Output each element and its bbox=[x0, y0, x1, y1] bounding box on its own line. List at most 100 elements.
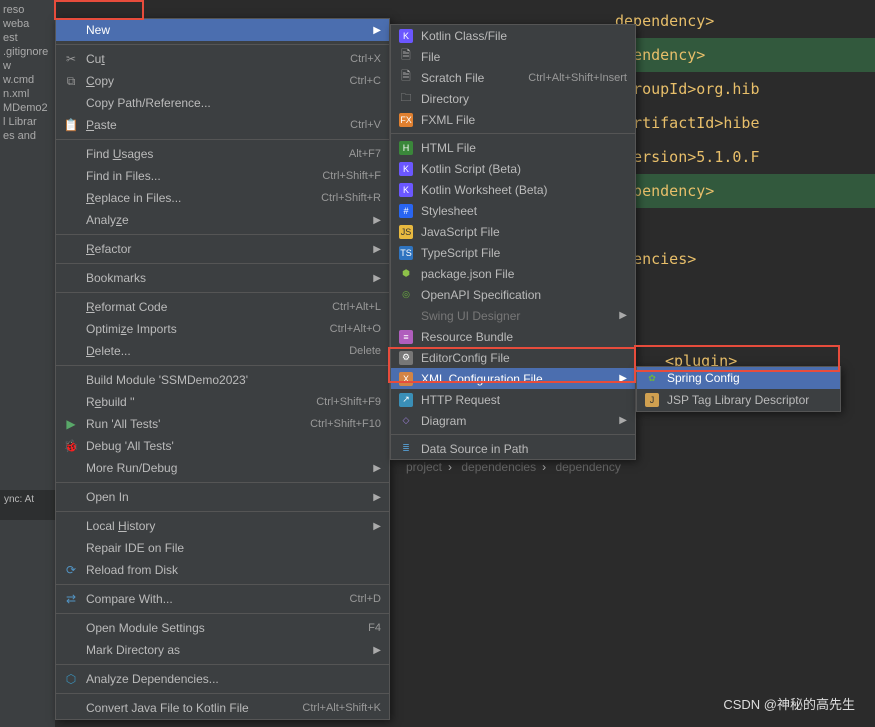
menu-item-cut[interactable]: ✂CutCtrl+X bbox=[56, 48, 389, 70]
menu-item-debug-all-tests[interactable]: 🐞Debug 'All Tests' bbox=[56, 435, 389, 457]
menu-item-compare-with[interactable]: ⇄Compare With...Ctrl+D bbox=[56, 588, 389, 610]
shortcut: Ctrl+Shift+F9 bbox=[316, 396, 381, 408]
menu-item-package-json-file[interactable]: ⬢package.json File bbox=[391, 263, 635, 284]
menu-item-label: HTML File bbox=[415, 141, 627, 155]
file-icon: 🗎 bbox=[397, 50, 415, 64]
tree-item[interactable]: w.cmd bbox=[3, 74, 52, 86]
menu-item-stylesheet[interactable]: #Stylesheet bbox=[391, 200, 635, 221]
tree-item[interactable]: MDemo2 bbox=[3, 102, 52, 114]
menu-item-reload-from-disk[interactable]: ⟳Reload from Disk bbox=[56, 559, 389, 581]
menu-item-analyze-dependencies[interactable]: ⬡Analyze Dependencies... bbox=[56, 668, 389, 690]
menu-item-mark-directory-as[interactable]: Mark Directory as▶ bbox=[56, 639, 389, 661]
tree-item[interactable]: .gitignore bbox=[3, 46, 52, 58]
menu-item-rebuild-default[interactable]: Rebuild ''Ctrl+Shift+F9 bbox=[56, 391, 389, 413]
menu-item-swing-ui-designer: Swing UI Designer▶ bbox=[391, 305, 635, 326]
menu-item-bookmarks[interactable]: Bookmarks▶ bbox=[56, 267, 389, 289]
tree-item[interactable]: weba bbox=[3, 18, 52, 30]
menu-item-label: Diagram bbox=[415, 414, 611, 428]
tree-item[interactable]: n.xml bbox=[3, 88, 52, 100]
menu-item-fxml-file[interactable]: FXFXML File bbox=[391, 109, 635, 130]
menu-item-find-in-files[interactable]: Find in Files...Ctrl+Shift+F bbox=[56, 165, 389, 187]
menu-item-label: package.json File bbox=[415, 267, 627, 281]
menu-item-label: Resource Bundle bbox=[415, 330, 627, 344]
menu-item-javascript-file[interactable]: JSJavaScript File bbox=[391, 221, 635, 242]
menu-item-label: Debug 'All Tests' bbox=[80, 439, 381, 453]
tree-item[interactable]: est bbox=[3, 32, 52, 44]
shortcut: Ctrl+V bbox=[350, 119, 381, 131]
analyze-dependencies--icon: ⬡ bbox=[62, 672, 80, 686]
menu-item-label: Find Usages bbox=[80, 147, 349, 161]
editorconfig-file-icon: ⚙ bbox=[397, 351, 415, 365]
menu-item-label: Mark Directory as bbox=[80, 643, 365, 657]
chevron-right-icon: ▶ bbox=[365, 25, 381, 36]
menu-item-open-in[interactable]: Open In▶ bbox=[56, 486, 389, 508]
menu-item-label: Rebuild '' bbox=[80, 395, 316, 409]
menu-item-jsp-tag-library-descriptor[interactable]: JJSP Tag Library Descriptor bbox=[637, 389, 840, 411]
menu-item-replace-in-files[interactable]: Replace in Files...Ctrl+Shift+R bbox=[56, 187, 389, 209]
shortcut: Ctrl+Alt+O bbox=[330, 323, 381, 335]
editor-line: <artifactId>hibe bbox=[615, 106, 875, 140]
breadcrumb-item[interactable]: dependencies bbox=[461, 460, 536, 474]
editor-background: dependency>ependency><groupId>org.hib<ar… bbox=[615, 0, 875, 378]
menu-item-html-file[interactable]: HHTML File bbox=[391, 137, 635, 158]
menu-item-repair-ide-on-file[interactable]: Repair IDE on File bbox=[56, 537, 389, 559]
editor-line: <groupId>org.hib bbox=[615, 72, 875, 106]
menu-item-label: Data Source in Path bbox=[415, 442, 627, 456]
menu-item-xml-configuration-file[interactable]: XXML Configuration File▶ bbox=[391, 368, 635, 389]
menu-item-label: Scratch File bbox=[415, 71, 528, 85]
shortcut: Ctrl+X bbox=[350, 53, 381, 65]
typescript-file-icon: TS bbox=[397, 246, 415, 260]
menu-item-run-all-tests[interactable]: ▶Run 'All Tests'Ctrl+Shift+F10 bbox=[56, 413, 389, 435]
menu-item-file[interactable]: 🗎File bbox=[391, 46, 635, 67]
menu-item-delete[interactable]: Delete...Delete bbox=[56, 340, 389, 362]
context-menu[interactable]: New▶ ✂CutCtrl+X⧉CopyCtrl+CCopy Path/Refer… bbox=[55, 18, 390, 720]
menu-item-new[interactable]: New▶ bbox=[56, 19, 389, 41]
menu-item-label: Convert Java File to Kotlin File bbox=[80, 701, 302, 715]
menu-item-refactor[interactable]: Refactor▶ bbox=[56, 238, 389, 260]
menu-item-kotlin-class-file[interactable]: KKotlin Class/File bbox=[391, 25, 635, 46]
breadcrumb-item[interactable]: project bbox=[406, 460, 442, 474]
tree-item[interactable]: l Librar bbox=[3, 116, 52, 128]
menu-item-copy-path-reference[interactable]: Copy Path/Reference... bbox=[56, 92, 389, 114]
stylesheet-icon: # bbox=[397, 204, 415, 218]
menu-item-spring-config[interactable]: ✿Spring Config bbox=[637, 367, 840, 389]
menu-item-find-usages[interactable]: Find UsagesAlt+F7 bbox=[56, 143, 389, 165]
menu-item-kotlin-script-beta[interactable]: KKotlin Script (Beta) bbox=[391, 158, 635, 179]
menu-item-local-history[interactable]: Local History▶ bbox=[56, 515, 389, 537]
menu-item-diagram[interactable]: ◇Diagram▶ bbox=[391, 410, 635, 431]
copy-icon: ⧉ bbox=[62, 74, 80, 89]
menu-item-kotlin-worksheet-beta[interactable]: KKotlin Worksheet (Beta) bbox=[391, 179, 635, 200]
menu-item-reformat-code[interactable]: Reformat CodeCtrl+Alt+L bbox=[56, 296, 389, 318]
menu-item-editorconfig-file[interactable]: ⚙EditorConfig File bbox=[391, 347, 635, 368]
new-submenu[interactable]: KKotlin Class/File🗎File🗎Scratch FileCtrl… bbox=[390, 24, 636, 460]
menu-item-analyze[interactable]: Analyze▶ bbox=[56, 209, 389, 231]
menu-item-label: File bbox=[415, 50, 627, 64]
menu-item-openapi-specification[interactable]: ◎OpenAPI Specification bbox=[391, 284, 635, 305]
compare-with--icon: ⇄ bbox=[62, 592, 80, 606]
menu-item-http-request[interactable]: ↗HTTP Request bbox=[391, 389, 635, 410]
menu-item-data-source-in-path[interactable]: ≣Data Source in Path bbox=[391, 438, 635, 459]
tree-item[interactable]: w bbox=[3, 60, 52, 72]
menu-item-typescript-file[interactable]: TSTypeScript File bbox=[391, 242, 635, 263]
menu-item-label: Repair IDE on File bbox=[80, 541, 381, 555]
xml-config-submenu[interactable]: ✿Spring ConfigJJSP Tag Library Descripto… bbox=[636, 366, 841, 412]
menu-item-optimize-imports[interactable]: Optimize ImportsCtrl+Alt+O bbox=[56, 318, 389, 340]
menu-item-directory[interactable]: 🗀Directory bbox=[391, 88, 635, 109]
menu-item-more-run-debug[interactable]: More Run/Debug▶ bbox=[56, 457, 389, 479]
kotlin-script-beta--icon: K bbox=[397, 162, 415, 176]
package-json-file-icon: ⬢ bbox=[397, 267, 415, 281]
sync-value: At bbox=[25, 494, 34, 505]
tree-item[interactable]: es and bbox=[3, 130, 52, 142]
menu-item-scratch-file[interactable]: 🗎Scratch FileCtrl+Alt+Shift+Insert bbox=[391, 67, 635, 88]
menu-item-copy[interactable]: ⧉CopyCtrl+C bbox=[56, 70, 389, 92]
menu-item-label: Refactor bbox=[80, 242, 365, 256]
menu-item-convert-java-file-to-kotlin-file[interactable]: Convert Java File to Kotlin FileCtrl+Alt… bbox=[56, 697, 389, 719]
tree-item[interactable]: reso bbox=[3, 4, 52, 16]
menu-item-label: XML Configuration File bbox=[415, 372, 611, 386]
menu-item-paste[interactable]: 📋PasteCtrl+V bbox=[56, 114, 389, 136]
breadcrumb-item[interactable]: dependency bbox=[555, 460, 620, 474]
reload-from-disk-icon: ⟳ bbox=[62, 563, 80, 577]
menu-item-build-module-ssmdemo2023[interactable]: Build Module 'SSMDemo2023' bbox=[56, 369, 389, 391]
menu-item-open-module-settings[interactable]: Open Module SettingsF4 bbox=[56, 617, 389, 639]
menu-item-resource-bundle[interactable]: ≡Resource Bundle bbox=[391, 326, 635, 347]
